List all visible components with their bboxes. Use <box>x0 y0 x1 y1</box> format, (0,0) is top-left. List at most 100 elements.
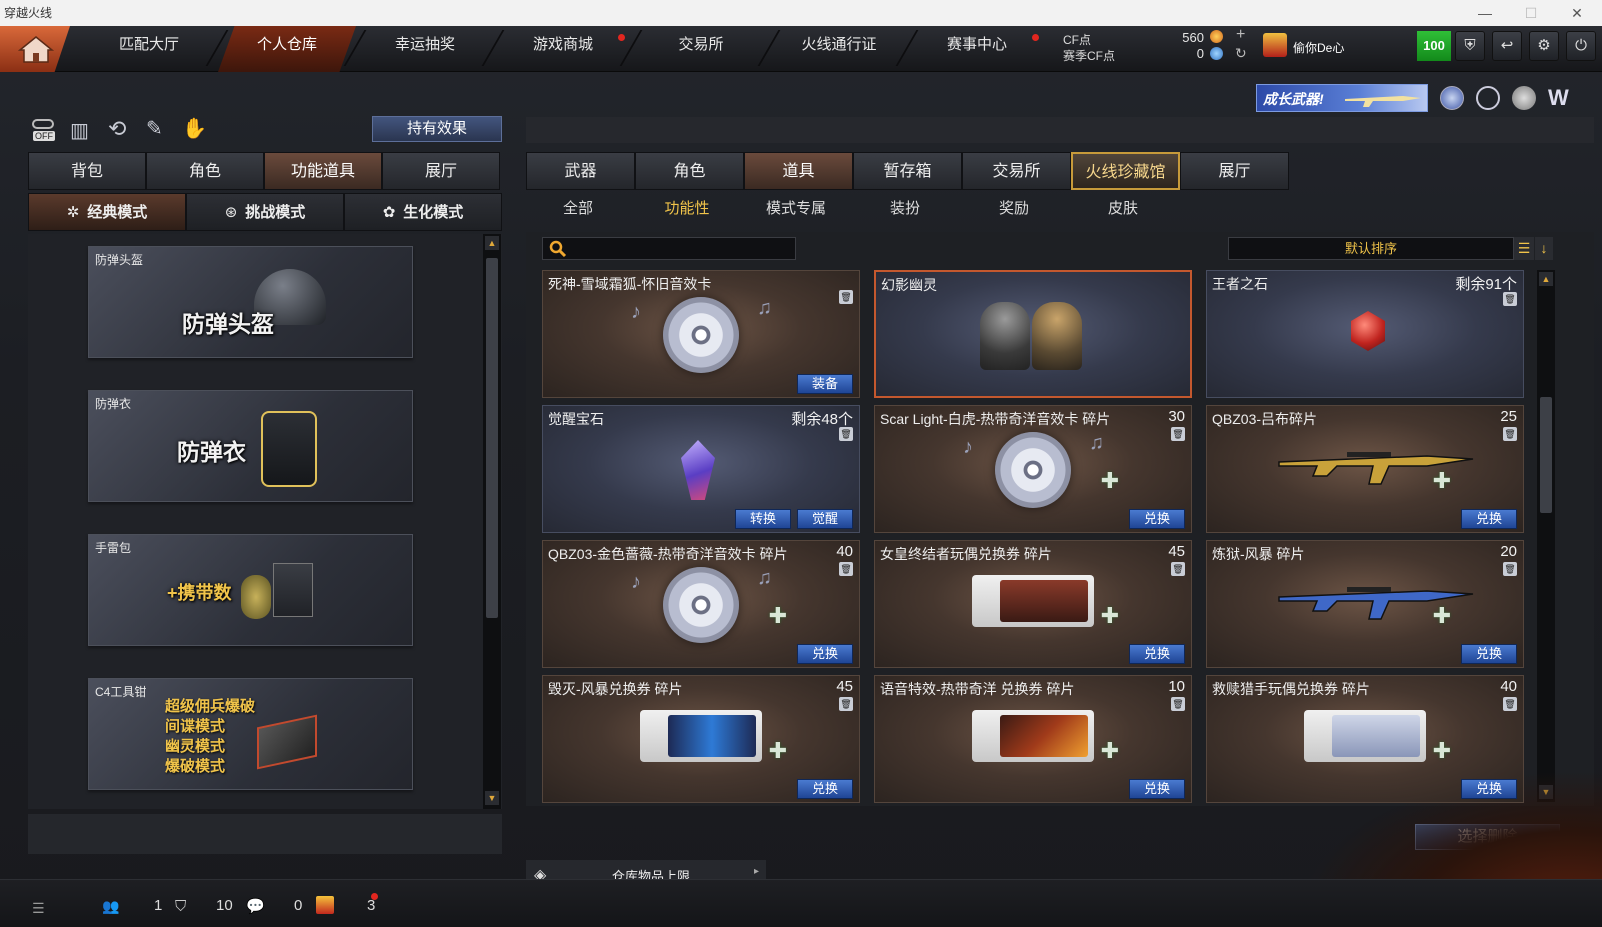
item-action-button[interactable]: 兑换 <box>1129 509 1185 529</box>
w-logo-icon[interactable]: W <box>1548 86 1569 110</box>
trash-icon[interactable]: 🗑 <box>839 290 853 304</box>
grid-scroll-down-icon[interactable]: ▼ <box>1539 785 1553 799</box>
return-icon[interactable]: ↩ <box>1492 31 1522 61</box>
right-tab-5[interactable]: 火线珍藏馆 <box>1071 152 1180 190</box>
item-action-button[interactable]: 转换 <box>735 509 791 529</box>
grid-item-card[interactable]: 王者之石 剩余91个 🗑 <box>1206 270 1524 398</box>
grid-scroll-up-icon[interactable]: ▲ <box>1539 272 1553 286</box>
refresh-icon[interactable]: ↻ <box>1235 45 1247 62</box>
clan-shield-icon[interactable]: ⛉ <box>175 898 186 915</box>
item-action-button[interactable]: 觉醒 <box>797 509 853 529</box>
medal-icon[interactable] <box>1512 86 1536 110</box>
scroll-down-icon[interactable]: ▼ <box>485 791 499 805</box>
sort-dropdown[interactable]: 默认排序 <box>1228 237 1514 260</box>
left-tab-2[interactable]: 功能道具 <box>264 152 382 190</box>
minimize-icon[interactable]: — <box>1462 0 1508 26</box>
grid-item-card[interactable]: 死神-雪域霜狐-怀旧音效卡 🗑 ♪ ♫ 装备 <box>542 270 860 398</box>
trash-icon[interactable]: 🗑 <box>1171 427 1185 441</box>
add-cf-icon[interactable]: + <box>1236 26 1245 44</box>
menu-icon[interactable]: ☰ <box>32 900 45 917</box>
promo-banner[interactable]: 成长武器! <box>1256 84 1428 112</box>
right-tab-2[interactable]: 道具 <box>744 152 853 190</box>
username[interactable]: 偷你De心 <box>1293 39 1344 56</box>
brush-icon[interactable]: ✎ <box>146 116 163 141</box>
grenade-icon[interactable]: ✋ <box>182 116 207 141</box>
grid-item-card[interactable]: QBZ03-金色蔷薇-热带奇洋音效卡 碎片 40 🗑 ♪ ♫ ✚ 兑换 <box>542 540 860 668</box>
mode-tab-0[interactable]: ✲ 经典模式 <box>28 193 186 231</box>
right-tab-4[interactable]: 交易所 <box>962 152 1071 190</box>
category-2[interactable]: 模式专属 <box>746 196 846 222</box>
nav-tab-1[interactable]: 个人仓库 <box>218 26 356 72</box>
trash-icon[interactable]: 🗑 <box>1503 562 1517 576</box>
trash-icon[interactable]: 🗑 <box>839 562 853 576</box>
effect-button[interactable]: 持有效果 <box>372 116 502 142</box>
right-tab-1[interactable]: 角色 <box>635 152 744 190</box>
trash-icon[interactable]: 🗑 <box>839 697 853 711</box>
sort-desc-icon[interactable]: ↓ <box>1535 237 1553 260</box>
trash-icon[interactable]: 🗑 <box>1503 292 1517 306</box>
nav-tab-6[interactable]: 赛事中心 <box>908 26 1046 72</box>
stats-icon[interactable]: ▥ <box>70 118 89 143</box>
scroll-thumb[interactable] <box>486 258 498 618</box>
right-tab-6[interactable]: 展厅 <box>1180 152 1289 190</box>
scroll-up-icon[interactable]: ▲ <box>485 236 499 250</box>
close-icon[interactable]: ✕ <box>1554 0 1600 26</box>
nav-tab-5[interactable]: 火线通行证 <box>770 26 908 72</box>
trash-icon[interactable]: 🗑 <box>839 427 853 441</box>
category-5[interactable]: 皮肤 <box>1073 196 1173 222</box>
maximize-icon[interactable]: ☐ <box>1508 0 1554 26</box>
chat-icon[interactable]: 💬 <box>246 897 265 915</box>
nav-tab-0[interactable]: 匹配大厅 <box>80 26 218 72</box>
category-1[interactable]: 功能性 <box>637 196 737 222</box>
toggle-off-icon[interactable]: OFF <box>30 117 58 143</box>
mode-tab-1[interactable]: ⊛ 挑战模式 <box>186 193 344 231</box>
grid-item-card[interactable]: 救赎猎手玩偶兑换券 碎片 40 🗑 ✚ 兑换 <box>1206 675 1524 803</box>
item-action-button[interactable]: 装备 <box>797 374 853 394</box>
shield-icon[interactable]: ⛨ <box>1455 31 1485 61</box>
grid-item-card[interactable]: 毁灭-风暴兑换券 碎片 45 🗑 ✚ 兑换 <box>542 675 860 803</box>
grid-item-card[interactable]: 语音特效-热带奇洋 兑换券 碎片 10 🗑 ✚ 兑换 <box>874 675 1192 803</box>
item-action-button[interactable]: 兑换 <box>797 779 853 799</box>
grid-scroll-thumb[interactable] <box>1540 397 1552 513</box>
right-scrollbar[interactable]: ▲ ▼ <box>1537 270 1555 802</box>
item-action-button[interactable]: 兑换 <box>1461 779 1517 799</box>
search-box[interactable] <box>542 237 796 260</box>
right-tab-0[interactable]: 武器 <box>526 152 635 190</box>
grid-item-card[interactable]: 女皇终结者玩偶兑换券 碎片 45 🗑 ✚ 兑换 <box>874 540 1192 668</box>
nav-tab-4[interactable]: 交易所 <box>632 26 770 72</box>
category-3[interactable]: 装扮 <box>855 196 955 222</box>
search-input[interactable] <box>571 240 791 257</box>
trash-icon[interactable]: 🗑 <box>1171 697 1185 711</box>
badge-icon[interactable] <box>1440 86 1464 110</box>
right-tab-3[interactable]: 暂存箱 <box>853 152 962 190</box>
left-tab-0[interactable]: 背包 <box>28 152 146 190</box>
item-action-button[interactable]: 兑换 <box>1129 644 1185 664</box>
mode-tab-2[interactable]: ✿ 生化模式 <box>344 193 502 231</box>
category-4[interactable]: 奖励 <box>964 196 1064 222</box>
list-view-icon[interactable]: ☰ <box>1514 237 1534 260</box>
trash-icon[interactable]: 🗑 <box>1171 562 1185 576</box>
friends-icon[interactable]: 👥 <box>102 898 119 915</box>
delete-selected-button[interactable]: 选择删除 <box>1415 824 1560 850</box>
grid-item-card[interactable]: 炼狱-风暴 碎片 20 🗑 ✚ 兑换 <box>1206 540 1524 668</box>
left-item-card[interactable]: 防弹头盔 防弹头盔 <box>88 246 413 358</box>
item-action-button[interactable]: 兑换 <box>797 644 853 664</box>
trash-icon[interactable]: 🗑 <box>1503 697 1517 711</box>
nav-tab-2[interactable]: 幸运抽奖 <box>356 26 494 72</box>
grid-item-card[interactable]: QBZ03-吕布碎片 25 🗑 ✚ 兑换 <box>1206 405 1524 533</box>
left-item-card[interactable]: 手雷包 +携带数 <box>88 534 413 646</box>
left-tab-3[interactable]: 展厅 <box>382 152 500 190</box>
left-item-card[interactable]: 防弹衣 防弹衣 <box>88 390 413 502</box>
power-icon[interactable]: ⏻ <box>1566 31 1596 61</box>
item-action-button[interactable]: 兑换 <box>1461 509 1517 529</box>
item-action-button[interactable]: 兑换 <box>1129 779 1185 799</box>
grid-item-card[interactable]: Scar Light-白虎-热带奇洋音效卡 碎片 30 🗑 ♪ ♫ ✚ 兑换 <box>874 405 1192 533</box>
gift-icon[interactable] <box>316 896 334 914</box>
left-item-card[interactable]: C4工具钳 超级佣兵爆破 间谍模式 幽灵模式 爆破模式 <box>88 678 413 790</box>
item-action-button[interactable]: 兑换 <box>1461 644 1517 664</box>
gear-icon[interactable]: ⚙ <box>1529 31 1559 61</box>
category-0[interactable]: 全部 <box>528 196 628 222</box>
grid-item-card[interactable]: 幻影幽灵 <box>874 270 1192 398</box>
trash-icon[interactable]: 🗑 <box>1503 427 1517 441</box>
left-scrollbar[interactable]: ▲ ▼ <box>483 234 501 809</box>
